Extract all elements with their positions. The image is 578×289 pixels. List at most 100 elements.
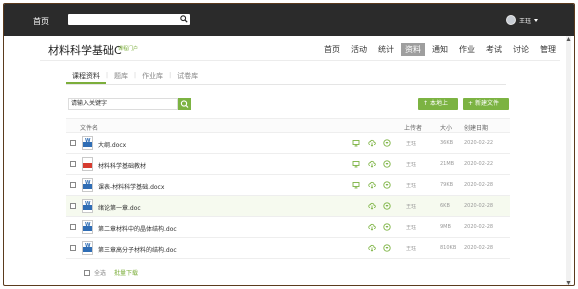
table-row[interactable]: W 大纲.docx 王珏 36KB 2020-02-22	[66, 133, 510, 154]
nav-notice[interactable]: 通知	[428, 43, 452, 56]
home-link[interactable]: 首页	[33, 16, 49, 27]
cloud-download-icon[interactable]	[368, 244, 376, 252]
course-nav: 首页 活动 统计 资料 通知 作业 考试 讨论 管理	[317, 43, 560, 56]
new-folder-button[interactable]: + 新建文件夹	[463, 98, 509, 119]
new-folder-label: 新建文件夹	[468, 100, 499, 119]
nav-statistics[interactable]: 统计	[374, 43, 398, 56]
table-row[interactable]: W 第三章高分子材料的结构.doc 王珏 810KB 2020-02-28	[66, 238, 510, 259]
scroll-down-icon[interactable]	[566, 280, 571, 286]
created-date: 2020-02-22	[464, 140, 494, 146]
scroll-up-icon[interactable]	[566, 36, 571, 42]
uploader-name: 王珏	[406, 141, 417, 147]
created-date: 2020-02-28	[464, 224, 494, 230]
keyword-search-button[interactable]	[178, 98, 191, 110]
table-footer: 全选 批量下载	[84, 268, 138, 277]
file-name-link[interactable]: 绪论第一章.doc	[98, 203, 141, 212]
created-date: 2020-02-22	[464, 161, 494, 167]
materials-panel: 课程资料 | 题库 | 作业库 | 试卷库 请输入关键字 ↑ 本地上传 + 新建…	[66, 61, 514, 285]
more-options-icon[interactable]	[383, 202, 391, 210]
search-icon	[180, 100, 189, 108]
file-size: 9MB	[440, 224, 451, 230]
row-checkbox[interactable]	[70, 182, 76, 188]
global-search-input[interactable]	[68, 14, 190, 25]
row-checkbox[interactable]	[70, 224, 76, 230]
file-name-link[interactable]: 材料科学基础教材	[98, 161, 146, 170]
more-options-icon[interactable]	[383, 244, 391, 252]
table-body: W 大纲.docx 王珏 36KB 2020-02-22 材料科学基础教材 王珏 21MB 20…	[66, 133, 510, 259]
tab-paper-bank[interactable]: 试卷库	[171, 70, 204, 84]
table-header: 文件名 上传者 大小 创建日期	[66, 118, 510, 133]
word-file-icon: W	[82, 241, 93, 255]
col-date: 创建日期	[464, 125, 489, 132]
uploader-name: 王珏	[406, 162, 417, 168]
nav-home[interactable]: 首页	[320, 43, 344, 56]
row-checkbox[interactable]	[70, 140, 76, 146]
tab-homework-bank[interactable]: 作业库	[136, 70, 169, 84]
app-window: 首页 王珏 材料科学基础C 课程门户 首页 活动 统计 资料 通知 作业 考试 …	[3, 3, 575, 286]
table-row[interactable]: 材料科学基础教材 王珏 21MB 2020-02-22	[66, 154, 510, 175]
word-file-icon: W	[82, 136, 93, 150]
select-all-label[interactable]: 全选	[94, 268, 106, 277]
nav-exam[interactable]: 考试	[482, 43, 506, 56]
nav-homework[interactable]: 作业	[455, 43, 479, 56]
more-options-icon[interactable]	[383, 160, 391, 168]
scrollbar[interactable]	[566, 36, 571, 285]
course-portal-link[interactable]: 课程门户	[118, 45, 138, 52]
row-checkbox[interactable]	[70, 161, 76, 167]
preview-icon[interactable]	[352, 160, 360, 168]
row-checkbox[interactable]	[70, 245, 76, 251]
created-date: 2020-02-28	[464, 203, 494, 209]
nav-discussion[interactable]: 讨论	[509, 43, 533, 56]
file-name-link[interactable]: 第二章材料中的晶体结构.doc	[98, 224, 177, 233]
user-menu[interactable]: 王珏	[505, 15, 538, 25]
more-options-icon[interactable]	[383, 139, 391, 147]
nav-materials[interactable]: 资料	[401, 43, 425, 56]
file-name-link[interactable]: 课表-材料科学基础.docx	[98, 182, 164, 191]
course-title: 材料科学基础C	[48, 44, 122, 57]
folder-plus-icon: +	[468, 100, 474, 107]
cloud-download-icon[interactable]	[368, 139, 376, 147]
file-name-link[interactable]: 大纲.docx	[98, 140, 126, 149]
col-uploader: 上传者	[404, 125, 423, 132]
chevron-down-icon	[534, 18, 538, 22]
table-row[interactable]: W 课表-材料科学基础.docx 王珏 79KB 2020-02-28	[66, 175, 510, 196]
cloud-download-icon[interactable]	[368, 160, 376, 168]
file-size: 810KB	[440, 245, 457, 251]
keyword-search-input[interactable]: 请输入关键字	[68, 98, 178, 110]
preview-icon[interactable]	[352, 181, 360, 189]
table-row[interactable]: W 绪论第一章.doc 王珏 6KB 2020-02-28	[66, 196, 510, 217]
file-size: 36KB	[440, 140, 454, 146]
cloud-download-icon[interactable]	[368, 181, 376, 189]
cloud-download-icon[interactable]	[368, 223, 376, 231]
uploader-name: 王珏	[406, 246, 417, 252]
file-size: 79KB	[440, 182, 454, 188]
local-upload-button[interactable]: ↑ 本地上传	[418, 98, 458, 119]
file-size: 6KB	[440, 203, 450, 209]
file-table: 文件名 上传者 大小 创建日期 W 大纲.docx 王珏 36KB 2020-02-22…	[66, 118, 510, 259]
avatar	[505, 15, 516, 25]
search-icon[interactable]	[180, 15, 188, 23]
nav-activity[interactable]: 活动	[347, 43, 371, 56]
uploader-name: 王珏	[406, 183, 417, 189]
word-file-icon: W	[82, 199, 93, 213]
preview-icon[interactable]	[352, 139, 360, 147]
more-options-icon[interactable]	[383, 181, 391, 189]
tab-question-bank[interactable]: 题库	[108, 70, 134, 84]
created-date: 2020-02-28	[464, 182, 494, 188]
uploader-name: 王珏	[406, 225, 417, 231]
table-row[interactable]: W 第二章材料中的晶体结构.doc 王珏 9MB 2020-02-28	[66, 217, 510, 238]
batch-download-button[interactable]: 批量下载	[114, 268, 138, 277]
file-size: 21MB	[440, 161, 455, 167]
uploader-name: 王珏	[406, 204, 417, 210]
user-name: 王珏	[518, 17, 531, 25]
file-name-link[interactable]: 第三章高分子材料的结构.doc	[98, 245, 177, 254]
tab-course-materials[interactable]: 课程资料	[66, 70, 106, 84]
pdf-file-icon	[82, 157, 93, 171]
row-checkbox[interactable]	[70, 203, 76, 209]
more-options-icon[interactable]	[383, 223, 391, 231]
created-date: 2020-02-28	[464, 245, 494, 251]
col-size: 大小	[440, 125, 453, 132]
nav-manage[interactable]: 管理	[536, 43, 560, 56]
select-all-checkbox[interactable]	[84, 269, 90, 276]
cloud-download-icon[interactable]	[368, 202, 376, 210]
